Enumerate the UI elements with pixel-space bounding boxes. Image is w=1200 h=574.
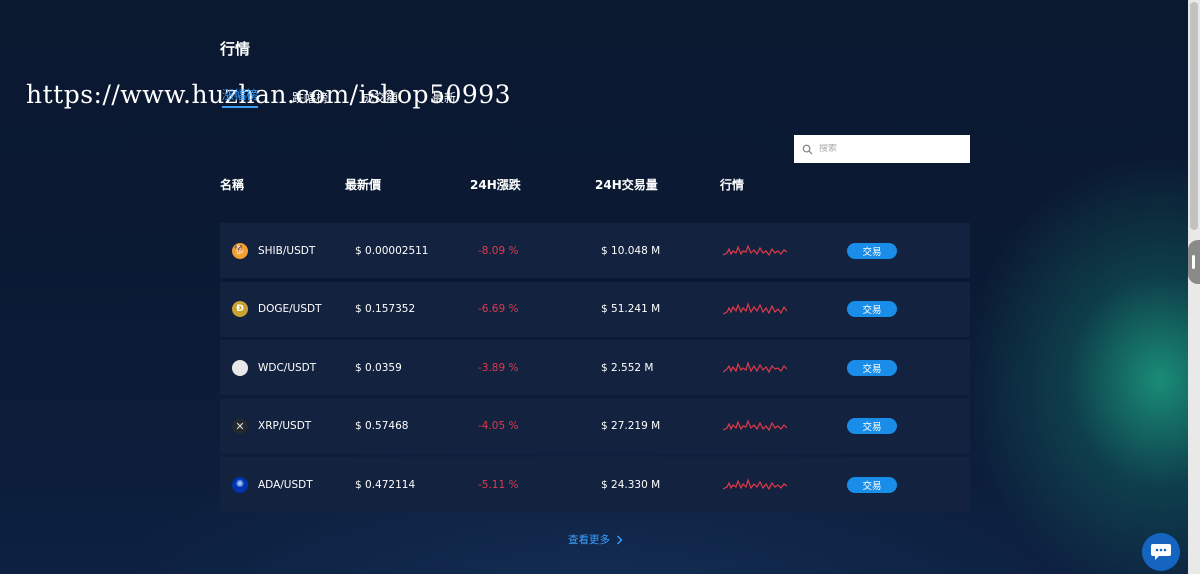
col-header-price: 最新價 <box>345 178 382 192</box>
pair-name: ADA/USDT <box>258 478 313 491</box>
shib-icon: 🐕 <box>232 242 248 259</box>
col-header-volume: 24H交易量 <box>595 178 658 192</box>
chevron-right-icon <box>617 535 623 544</box>
trade-button[interactable]: 交易 <box>847 301 897 318</box>
volume-24h: $ 51.241 M <box>601 303 661 316</box>
market-section-title: 行情 <box>220 40 251 58</box>
market-tabs: 漲幅榜 跌幅榜 成交額 最新 <box>222 86 456 108</box>
sparkline-chart <box>723 477 787 491</box>
volume-24h: $ 24.330 M <box>601 478 661 491</box>
volume-24h: $ 2.552 M <box>601 361 654 374</box>
last-price: $ 0.472114 <box>355 478 416 491</box>
col-header-trend: 行情 <box>720 178 745 192</box>
pair-name: SHIB/USDT <box>258 244 316 257</box>
search-icon <box>802 144 813 154</box>
wdc-icon <box>232 359 248 376</box>
trade-button[interactable]: 交易 <box>847 418 897 435</box>
search-box[interactable] <box>794 135 970 163</box>
sparkline-chart <box>723 302 787 315</box>
tab-gainers[interactable]: 漲幅榜 <box>222 86 259 108</box>
pair-name: XRP/USDT <box>258 420 312 433</box>
sparkline-chart <box>723 243 787 256</box>
volume-24h: $ 10.048 M <box>601 244 661 257</box>
view-more-link[interactable]: 查看更多 <box>568 532 623 547</box>
tab-turnover[interactable]: 成交額 <box>362 89 398 106</box>
change-24h: -8.09 % <box>478 244 519 257</box>
last-price: $ 0.00002511 <box>355 244 429 257</box>
scrollbar-thumb[interactable] <box>1190 2 1198 230</box>
search-input[interactable] <box>819 144 959 154</box>
trade-button[interactable]: 交易 <box>847 242 897 259</box>
page-scrollbar[interactable] <box>1188 0 1200 574</box>
table-row[interactable]: WDC/USDT $ 0.0359 -3.89 % $ 2.552 M 交易 <box>220 340 970 396</box>
last-price: $ 0.57468 <box>355 420 409 433</box>
table-row[interactable]: 🐕 SHIB/USDT $ 0.00002511 -8.09 % $ 10.04… <box>220 223 970 278</box>
last-price: $ 0.157352 <box>355 303 416 316</box>
change-24h: -5.11 % <box>478 478 519 491</box>
table-row[interactable]: Ð DOGE/USDT $ 0.157352 -6.69 % $ 51.241 … <box>220 281 970 337</box>
xrp-icon: ✕ <box>232 418 248 435</box>
col-header-name: 名稱 <box>220 178 245 192</box>
view-more-label: 查看更多 <box>568 534 610 546</box>
doge-icon: Ð <box>232 301 248 318</box>
ada-icon: ✺ <box>232 476 248 493</box>
chat-support-button[interactable] <box>1142 533 1180 571</box>
pair-name: WDC/USDT <box>258 361 317 374</box>
sparkline-chart <box>723 419 787 432</box>
chat-bubble-icon <box>1151 544 1171 560</box>
change-24h: -3.89 % <box>478 361 519 374</box>
last-price: $ 0.0359 <box>355 361 402 374</box>
table-row[interactable]: ✕ XRP/USDT $ 0.57468 -4.05 % $ 27.219 M … <box>220 398 970 454</box>
change-24h: -6.69 % <box>478 303 519 316</box>
sparkline-chart <box>723 360 787 373</box>
tab-losers[interactable]: 跌幅榜 <box>292 89 328 106</box>
table-header: 名稱 最新價 24H漲跌 24H交易量 行情 <box>220 176 970 196</box>
side-drawer-handle[interactable] <box>1188 240 1200 284</box>
change-24h: -4.05 % <box>478 420 519 433</box>
table-row[interactable]: ✺ ADA/USDT $ 0.472114 -5.11 % $ 24.330 M… <box>220 457 970 513</box>
tab-latest[interactable]: 最新 <box>432 89 456 106</box>
pair-name: DOGE/USDT <box>258 303 322 316</box>
col-header-change: 24H漲跌 <box>470 178 521 192</box>
volume-24h: $ 27.219 M <box>601 420 661 433</box>
trade-button[interactable]: 交易 <box>847 476 897 493</box>
trade-button[interactable]: 交易 <box>847 359 897 376</box>
market-table: 🐕 SHIB/USDT $ 0.00002511 -8.09 % $ 10.04… <box>220 223 970 516</box>
